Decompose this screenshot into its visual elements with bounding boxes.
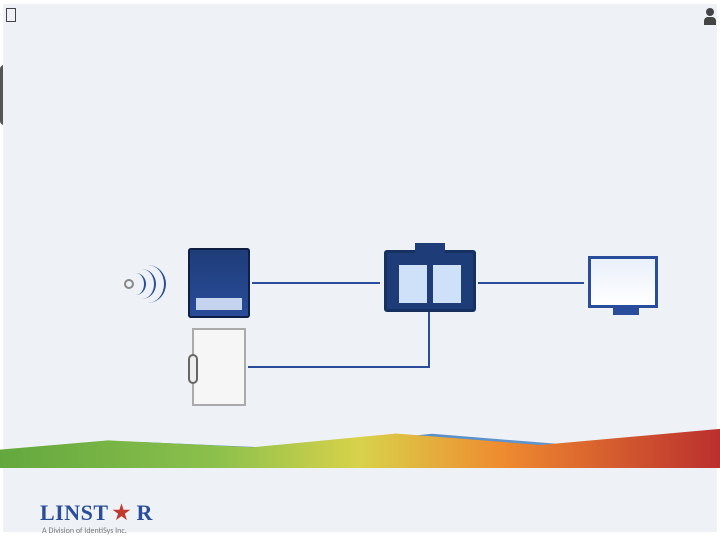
wire-controller-down <box>428 312 430 366</box>
star-icon <box>113 503 133 523</box>
door-lock-icon <box>192 328 246 406</box>
workstation-monitor-icon <box>588 256 658 308</box>
access-controller-icon <box>384 250 476 312</box>
linstar-logo: LINST R <box>40 500 153 526</box>
card-reader-icon <box>188 248 250 318</box>
wire-controller-host <box>478 282 584 284</box>
wire-reader-controller <box>252 282 380 284</box>
logo-text-suffix: R <box>137 500 153 526</box>
nfc-signal-icon <box>124 268 170 300</box>
logo-tagline: A Division of IdentiSys Inc. <box>42 526 127 536</box>
wire-to-door <box>248 366 430 368</box>
logo-text-prefix: LINST <box>40 500 109 526</box>
mobile-badge-icon <box>0 65 36 125</box>
